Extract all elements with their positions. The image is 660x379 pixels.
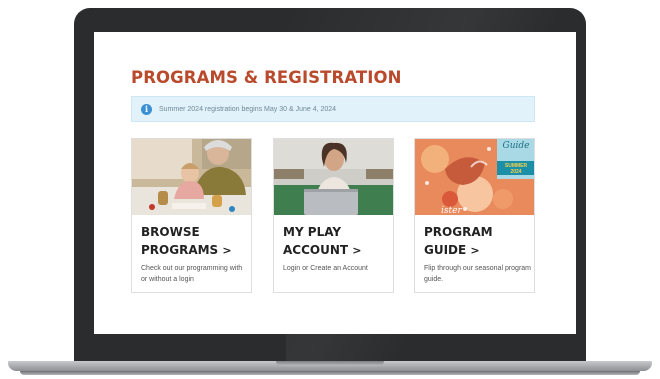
program-guide-description: Flip through our seasonal program guide. (424, 265, 532, 283)
guide-badge-season: SUMMER 2024 (499, 163, 533, 175)
my-play-account-card[interactable]: MY PLAY ACCOUNT > Login or Create an Acc… (273, 138, 394, 293)
svg-text:ister: ister (441, 206, 462, 215)
laptop-screen: PROGRAMS & REGISTRATION i Summer 2024 re… (94, 32, 576, 334)
my-play-account-description: Login or Create an Account (283, 265, 368, 272)
heading-line-1: PROGRAM (424, 225, 493, 239)
chevron-right-icon: > (222, 244, 232, 257)
info-icon: i (141, 103, 152, 115)
woman-laptop-photo (274, 139, 393, 215)
browse-programs-card[interactable]: BROWSE PROGRAMS > Check out our programm… (131, 138, 252, 293)
heading-line-2: PROGRAMS (141, 243, 219, 257)
program-guide-heading[interactable]: PROGRAM GUIDE > (424, 223, 493, 260)
browse-programs-heading[interactable]: BROWSE PROGRAMS > (141, 223, 232, 260)
laptop-hinge-notch (276, 361, 384, 366)
heading-line-1: MY PLAY (283, 225, 342, 239)
chevron-right-icon: > (352, 244, 362, 257)
heading-line-1: BROWSE (141, 225, 200, 239)
chevron-right-icon: > (470, 244, 480, 257)
my-play-account-heading[interactable]: MY PLAY ACCOUNT > (283, 223, 361, 260)
registration-notice: i Summer 2024 registration begins May 30… (131, 96, 535, 122)
grandparent-child-photo (132, 139, 251, 215)
page-title: PROGRAMS & REGISTRATION (131, 68, 402, 87)
heading-line-2: ACCOUNT (283, 243, 349, 257)
heading-line-2: GUIDE (424, 243, 467, 257)
program-guide-cover: ister Guide SUMMER 2024 (415, 139, 534, 215)
program-guide-card[interactable]: ister Guide SUMMER 2024 PROGRAM GUIDE > … (414, 138, 535, 293)
laptop-base-underside (20, 371, 640, 375)
guide-badge-label: Guide (502, 141, 530, 151)
browse-programs-description: Check out our programming with or withou… (141, 265, 243, 283)
notice-text: Summer 2024 registration begins May 30 &… (159, 105, 337, 113)
guide-badge-year: 2024 (510, 169, 522, 175)
